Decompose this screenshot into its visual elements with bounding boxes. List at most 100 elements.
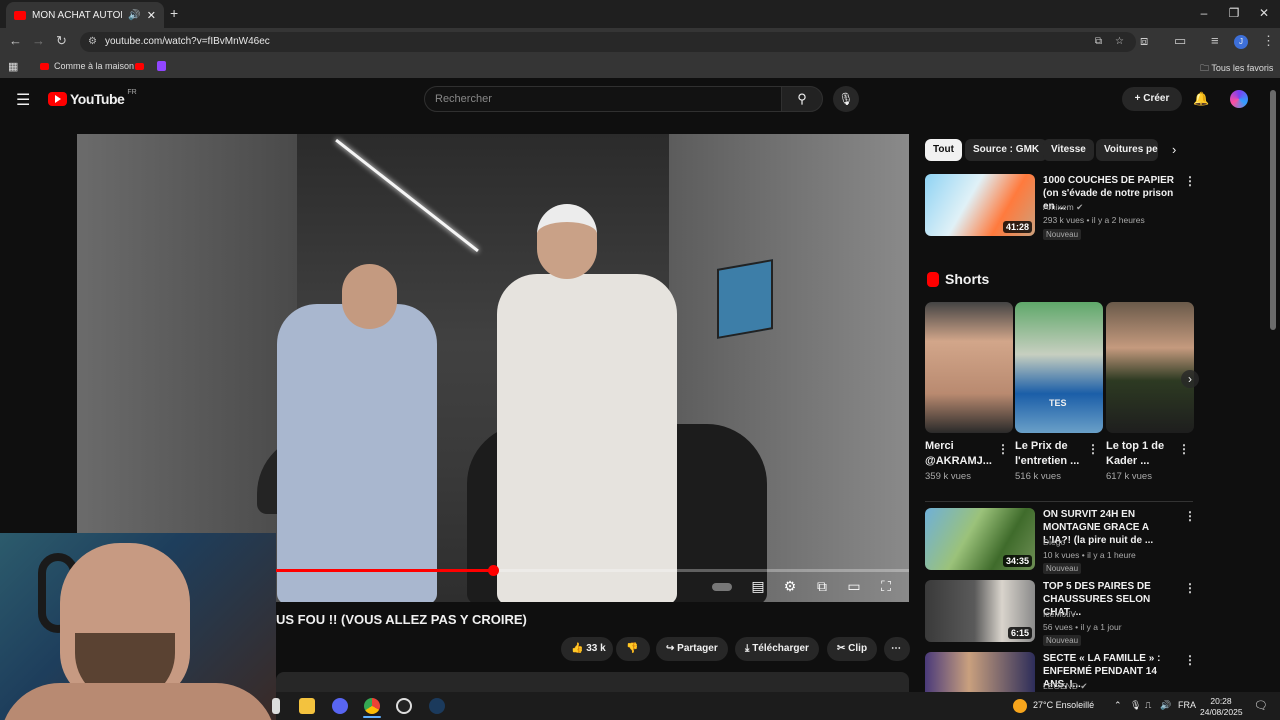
new-tab-icon[interactable]: +	[170, 5, 178, 21]
obs-icon[interactable]	[396, 698, 412, 714]
split-view-icon[interactable]: ▭	[1174, 33, 1186, 49]
media-icon[interactable]: ≡	[1211, 33, 1219, 48]
menu-hamburger-icon[interactable]: ☰	[16, 90, 30, 110]
more-options-icon[interactable]: ⋮	[1184, 581, 1196, 595]
youtube-bookmark-icon[interactable]	[135, 63, 144, 70]
video-thumbnail[interactable]	[925, 652, 1035, 692]
new-badge: Nouveau	[1043, 635, 1082, 646]
reload-icon[interactable]: ↻	[56, 33, 67, 49]
minimize-icon[interactable]: –	[1194, 6, 1214, 20]
profile-avatar[interactable]: J	[1234, 35, 1248, 49]
more-options-icon[interactable]: ⋮	[1178, 442, 1190, 456]
install-icon[interactable]: ⧉	[1095, 32, 1102, 52]
close-tab-icon[interactable]: ✕	[147, 9, 156, 22]
site-info-icon[interactable]: ⚙	[88, 32, 97, 52]
subtitles-icon[interactable]: ▤	[748, 578, 768, 595]
share-button[interactable]: ↪ Partager	[656, 637, 728, 661]
short-thumbnail[interactable]: TES	[1015, 302, 1103, 433]
language-indicator[interactable]: FRA	[1178, 700, 1196, 710]
more-options-icon[interactable]: ⋮	[1184, 174, 1196, 188]
video-meta: 56 vues • il y a 1 jour	[1043, 622, 1122, 632]
plus-icon: +	[1134, 93, 1144, 104]
speaker-icon[interactable]: 🔊	[128, 10, 140, 21]
short-views: 359 k vues	[925, 471, 971, 482]
clock[interactable]: 20:28 24/08/2025	[1200, 696, 1243, 718]
clip-button[interactable]: ✂ Clip	[827, 637, 878, 661]
chips-next-chevron-icon[interactable]: ›	[1172, 142, 1176, 157]
short-title[interactable]: Merci @AKRAMJ...	[925, 439, 995, 469]
settings-gear-icon[interactable]: ⚙	[780, 578, 800, 595]
extensions-icon[interactable]: ⧈	[1140, 33, 1148, 49]
channel-name[interactable]: IceMotiV	[1043, 609, 1076, 619]
forward-icon[interactable]: →	[32, 33, 45, 48]
bookmark-star-icon[interactable]: ☆	[1115, 32, 1124, 52]
steam-icon[interactable]	[429, 698, 445, 714]
short-thumbnail[interactable]	[925, 302, 1013, 433]
miniplayer-icon[interactable]: ⧉	[812, 578, 832, 595]
all-bookmarks[interactable]: 🗀 Tous les favoris	[1200, 61, 1273, 77]
channel-name[interactable]: Diego	[1043, 537, 1065, 547]
more-options-icon[interactable]: ⋮	[1184, 653, 1196, 667]
theater-mode-icon[interactable]: ▭	[844, 578, 864, 595]
taskbar-app-icon[interactable]	[272, 698, 280, 714]
download-button[interactable]: ⤓ Télécharger	[735, 637, 819, 661]
shorts-next-chevron-icon[interactable]: ›	[1181, 370, 1199, 388]
description-box[interactable]	[276, 672, 909, 692]
search-input[interactable]: Rechercher	[424, 86, 782, 112]
microphone-tray-icon[interactable]: 🎙	[1130, 700, 1141, 711]
file-explorer-icon[interactable]	[299, 698, 315, 714]
chip-cars[interactable]: Voitures per	[1096, 139, 1158, 161]
create-button[interactable]: + Créer	[1122, 87, 1182, 111]
account-avatar[interactable]	[1230, 90, 1248, 108]
discord-icon[interactable]	[332, 698, 348, 714]
chip-source[interactable]: Source : GMK	[965, 139, 1048, 161]
search-button[interactable]: ⚲	[781, 86, 823, 112]
chrome-icon[interactable]	[364, 698, 380, 714]
notifications-bell-icon[interactable]: 🔔	[1193, 91, 1209, 107]
page-scrollbar[interactable]	[1270, 90, 1276, 330]
video-player[interactable]	[77, 134, 909, 602]
video-thumbnail[interactable]: 41:28	[925, 174, 1035, 236]
network-icon[interactable]: ⎍	[1145, 700, 1151, 711]
twitch-bookmark-icon[interactable]	[157, 61, 166, 71]
weather-text[interactable]: 27°C Ensoleillé	[1033, 700, 1094, 710]
short-title[interactable]: Le Prix de l'entretien ...	[1015, 439, 1085, 469]
thumbs-down-icon: 👎	[626, 643, 639, 654]
progress-scrubber[interactable]	[488, 565, 499, 576]
channel-name[interactable]: LEGEND ✔	[1043, 681, 1087, 692]
back-icon[interactable]: ←	[9, 33, 22, 48]
more-options-icon[interactable]: ⋮	[997, 442, 1009, 456]
video-scene-ceiling-light	[335, 138, 479, 253]
channel-name[interactable]: Amixem ✔	[1043, 202, 1083, 213]
restore-icon[interactable]: ❐	[1224, 6, 1244, 20]
video-thumbnail[interactable]: 6:15	[925, 580, 1035, 642]
autoplay-toggle[interactable]	[712, 578, 732, 594]
short-thumbnail[interactable]	[1106, 302, 1194, 433]
region-label: FR	[127, 88, 137, 96]
youtube-wordmark: YouTube	[70, 91, 125, 107]
webcam-overlay	[0, 533, 276, 720]
youtube-logo[interactable]: YouTube FR	[48, 88, 137, 107]
bookmark-home[interactable]: Comme à la maison	[40, 61, 134, 71]
browser-menu-icon[interactable]: ⋮	[1262, 33, 1275, 49]
video-scene-person-left	[277, 304, 437, 602]
apps-grid-icon[interactable]: ▦	[8, 60, 18, 73]
video-thumbnail[interactable]: 34:35	[925, 508, 1035, 570]
fullscreen-icon[interactable]: ⛶	[876, 578, 896, 595]
browser-tab[interactable]: MON ACHAT AUTOMOBILE 🔊 ✕	[6, 2, 164, 28]
notifications-icon[interactable]: 🗨	[1254, 699, 1268, 712]
more-options-icon[interactable]: ⋮	[1087, 442, 1099, 456]
chip-all[interactable]: Tout	[925, 139, 962, 161]
tray-expand-chevron-icon[interactable]: ⌃	[1114, 700, 1122, 711]
voice-search-button[interactable]: 🎙	[833, 86, 859, 112]
like-button[interactable]: 👍 33 k	[561, 637, 613, 661]
close-window-icon[interactable]: ✕	[1254, 6, 1274, 20]
more-actions-button[interactable]: ⋯	[884, 637, 910, 661]
short-title[interactable]: Le top 1 de Kader ...	[1106, 439, 1176, 469]
more-options-icon[interactable]: ⋮	[1184, 509, 1196, 523]
weather-sun-icon[interactable]	[1013, 699, 1027, 713]
download-label: Télécharger	[752, 643, 809, 654]
dislike-button[interactable]: 👎	[616, 637, 650, 661]
address-bar[interactable]: ⚙ youtube.com/watch?v=fIBvMnW46ec ⧉ ☆	[80, 32, 1136, 52]
chip-speed[interactable]: Vitesse	[1043, 139, 1094, 161]
